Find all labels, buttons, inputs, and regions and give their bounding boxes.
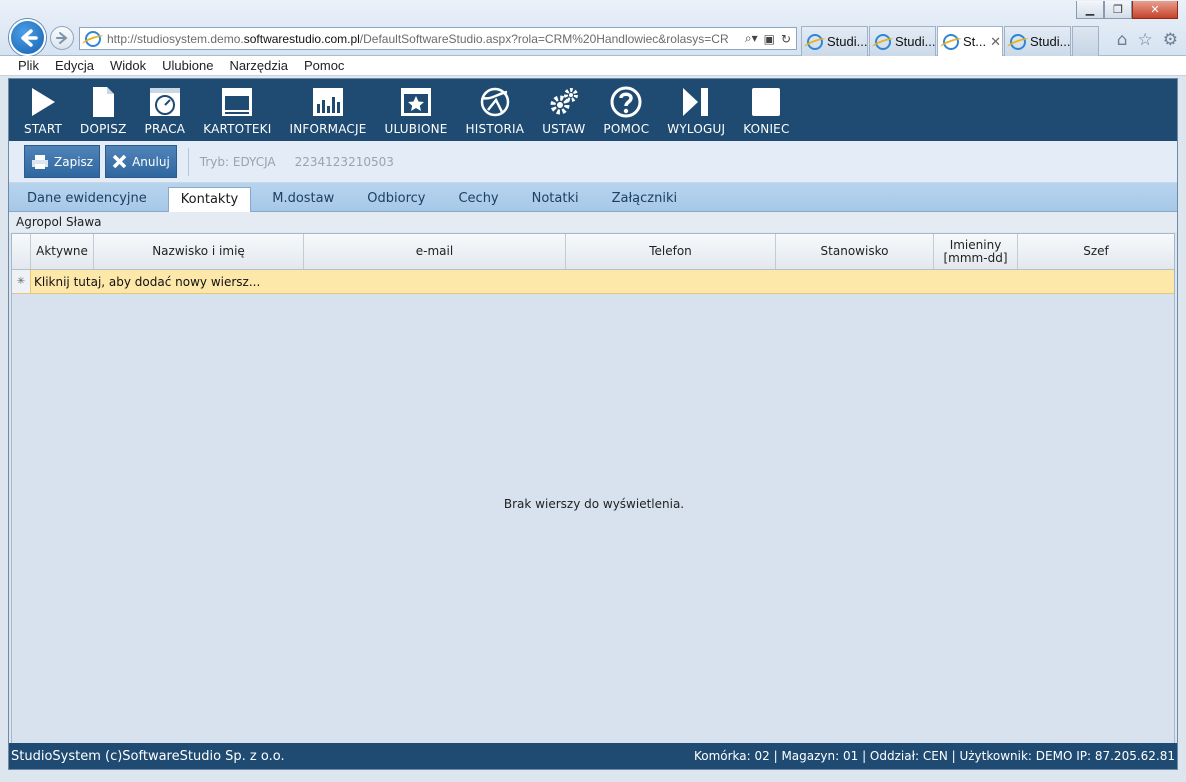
- gauge-icon: [149, 88, 180, 116]
- browser-tab[interactable]: Studi...: [1004, 26, 1071, 56]
- tab-cechy[interactable]: Cechy: [446, 187, 510, 211]
- menu-plik[interactable]: Plik: [18, 58, 39, 73]
- ie-tab-icon: [943, 33, 959, 50]
- add-new-row[interactable]: ✳ Kliknij tutaj, aby dodać nowy wiersz..…: [12, 270, 1174, 294]
- empty-message: Brak wierszy do wyświetlenia.: [503, 497, 685, 511]
- address-bar[interactable]: http://studiosystem.demo.softwarestudio.…: [79, 27, 797, 50]
- add-new-row-text: Kliknij tutaj, aby dodać nowy wiersz...: [34, 274, 261, 289]
- maximize-button[interactable]: ❐: [1104, 1, 1132, 19]
- browser-menubar: Plik Edycja Widok Ulubione Narzędzia Pom…: [0, 56, 1186, 76]
- column-header-nazwisko[interactable]: Nazwisko i imię: [94, 234, 304, 269]
- toolbar-separator: [187, 147, 189, 176]
- browser-chrome: ▁ ❐ ✕ http://studiosystem.demo.softwares…: [0, 0, 1186, 56]
- menu-widok[interactable]: Widok: [110, 58, 146, 73]
- record-tabs: Dane ewidencyjne Kontakty M.dostaw Odbio…: [9, 183, 1177, 212]
- column-header-szef[interactable]: Szef: [1018, 234, 1174, 269]
- tool-wyloguj[interactable]: WYLOGUJ: [658, 79, 734, 141]
- browser-tab[interactable]: Studi...: [869, 26, 936, 56]
- column-header-telefon[interactable]: Telefon: [566, 234, 776, 269]
- session-info: Komórka: 02 | Magazyn: 01 | Oddział: CEN…: [693, 749, 1175, 763]
- app-window: START DOPISZ PRACA KARTOTEKI INFORMACJE …: [8, 78, 1178, 770]
- close-tab-icon[interactable]: ✕: [990, 34, 1001, 50]
- save-button[interactable]: Zapisz: [24, 145, 101, 178]
- column-header-email[interactable]: e-mail: [304, 234, 566, 269]
- copyright-text: StudioSystem (c)SoftwareStudio Sp. z o.o…: [11, 748, 285, 764]
- star-icon: [401, 88, 432, 116]
- ie-tab-icon: [875, 33, 891, 50]
- forward-button[interactable]: [50, 26, 74, 50]
- tool-koniec[interactable]: KONIEC: [734, 79, 798, 141]
- mode-label: Tryb: EDYCJA: [199, 154, 276, 169]
- column-header-aktywne[interactable]: Aktywne: [31, 234, 94, 269]
- tool-start[interactable]: START: [15, 79, 71, 141]
- tool-ulubione[interactable]: ULUBIONE: [376, 79, 457, 141]
- menu-narzedzia[interactable]: Narzędzia: [229, 58, 288, 73]
- document-icon: [93, 87, 115, 117]
- tab-m-dostaw[interactable]: M.dostaw: [260, 187, 346, 211]
- menu-edycja[interactable]: Edycja: [55, 58, 94, 73]
- favorites-icon[interactable]: ☆: [1138, 30, 1153, 50]
- tool-informacje[interactable]: INFORMACJE: [280, 79, 375, 141]
- record-id: 2234123210503: [294, 154, 394, 169]
- menu-ulubione[interactable]: Ulubione: [162, 58, 213, 73]
- tool-ustaw[interactable]: USTAW: [533, 79, 594, 141]
- settings-gear-icon[interactable]: ⚙: [1163, 30, 1178, 50]
- tool-dopisz[interactable]: DOPISZ: [71, 79, 136, 141]
- ie-tab-icon: [807, 33, 823, 50]
- browser-tab-active[interactable]: St... ✕: [937, 26, 1003, 56]
- ie-page-icon: [85, 30, 101, 47]
- browser-tab[interactable]: Studi...: [801, 26, 868, 56]
- play-icon: [32, 88, 56, 116]
- bar-chart-icon: [312, 88, 343, 116]
- ie-tab-icon: [1010, 33, 1026, 50]
- square-icon: [752, 88, 781, 116]
- contacts-grid: Aktywne Nazwisko i imię e-mail Telefon S…: [11, 233, 1175, 745]
- grid-header: Aktywne Nazwisko i imię e-mail Telefon S…: [12, 234, 1174, 270]
- logout-icon: [683, 88, 709, 116]
- tool-kartoteki[interactable]: KARTOTEKI: [194, 79, 280, 141]
- tab-dane-ewidencyjne[interactable]: Dane ewidencyjne: [15, 187, 159, 211]
- minimize-button[interactable]: ▁: [1076, 1, 1104, 19]
- tool-historia[interactable]: HISTORIA: [457, 79, 534, 141]
- window-controls: ▁ ❐ ✕: [1076, 1, 1178, 19]
- window-icon: [222, 88, 253, 116]
- compatibility-icon[interactable]: ▣: [764, 32, 775, 46]
- company-name: Agropol Sława: [9, 212, 1177, 232]
- tool-praca[interactable]: PRACA: [136, 79, 195, 141]
- cancel-button[interactable]: Anuluj: [105, 145, 177, 178]
- column-header-imieniny[interactable]: Imieniny [mmm-dd]: [934, 234, 1018, 269]
- action-bar: Zapisz Anuluj Tryb: EDYCJA 2234123210503: [9, 141, 1177, 183]
- browser-tabs: Studi... Studi... St... ✕ Studi...: [801, 26, 1100, 56]
- search-icon[interactable]: ⌕▾: [745, 31, 758, 46]
- url-text: http://studiosystem.demo.softwarestudio.…: [107, 31, 729, 46]
- forward-arrow-icon: [56, 32, 68, 44]
- cross-icon: [112, 154, 127, 169]
- tab-zalaczniki[interactable]: Załączniki: [600, 187, 690, 211]
- status-bar: StudioSystem (c)SoftwareStudio Sp. z o.o…: [9, 743, 1177, 769]
- refresh-icon[interactable]: ↻: [781, 32, 791, 46]
- menu-pomoc[interactable]: Pomoc: [304, 58, 344, 73]
- tab-notatki[interactable]: Notatki: [520, 187, 591, 211]
- gears-icon: [550, 88, 578, 115]
- back-button[interactable]: [9, 19, 46, 56]
- tab-kontakty[interactable]: Kontakty: [167, 187, 252, 212]
- help-icon: [610, 86, 642, 118]
- main-toolbar: START DOPISZ PRACA KARTOTEKI INFORMACJE …: [9, 79, 1177, 141]
- column-header-stanowisko[interactable]: Stanowisko: [776, 234, 934, 269]
- new-row-asterisk-icon: ✳: [12, 270, 31, 293]
- row-indicator-header: [12, 234, 31, 269]
- home-icon[interactable]: ⌂: [1117, 30, 1128, 50]
- new-tab-button[interactable]: [1072, 26, 1099, 56]
- back-arrow-icon: [20, 28, 38, 47]
- tool-pomoc[interactable]: POMOC: [594, 79, 658, 141]
- history-icon: [480, 87, 510, 117]
- close-window-button[interactable]: ✕: [1132, 1, 1178, 19]
- printer-save-icon: [32, 154, 48, 169]
- tab-odbiorcy[interactable]: Odbiorcy: [355, 187, 437, 211]
